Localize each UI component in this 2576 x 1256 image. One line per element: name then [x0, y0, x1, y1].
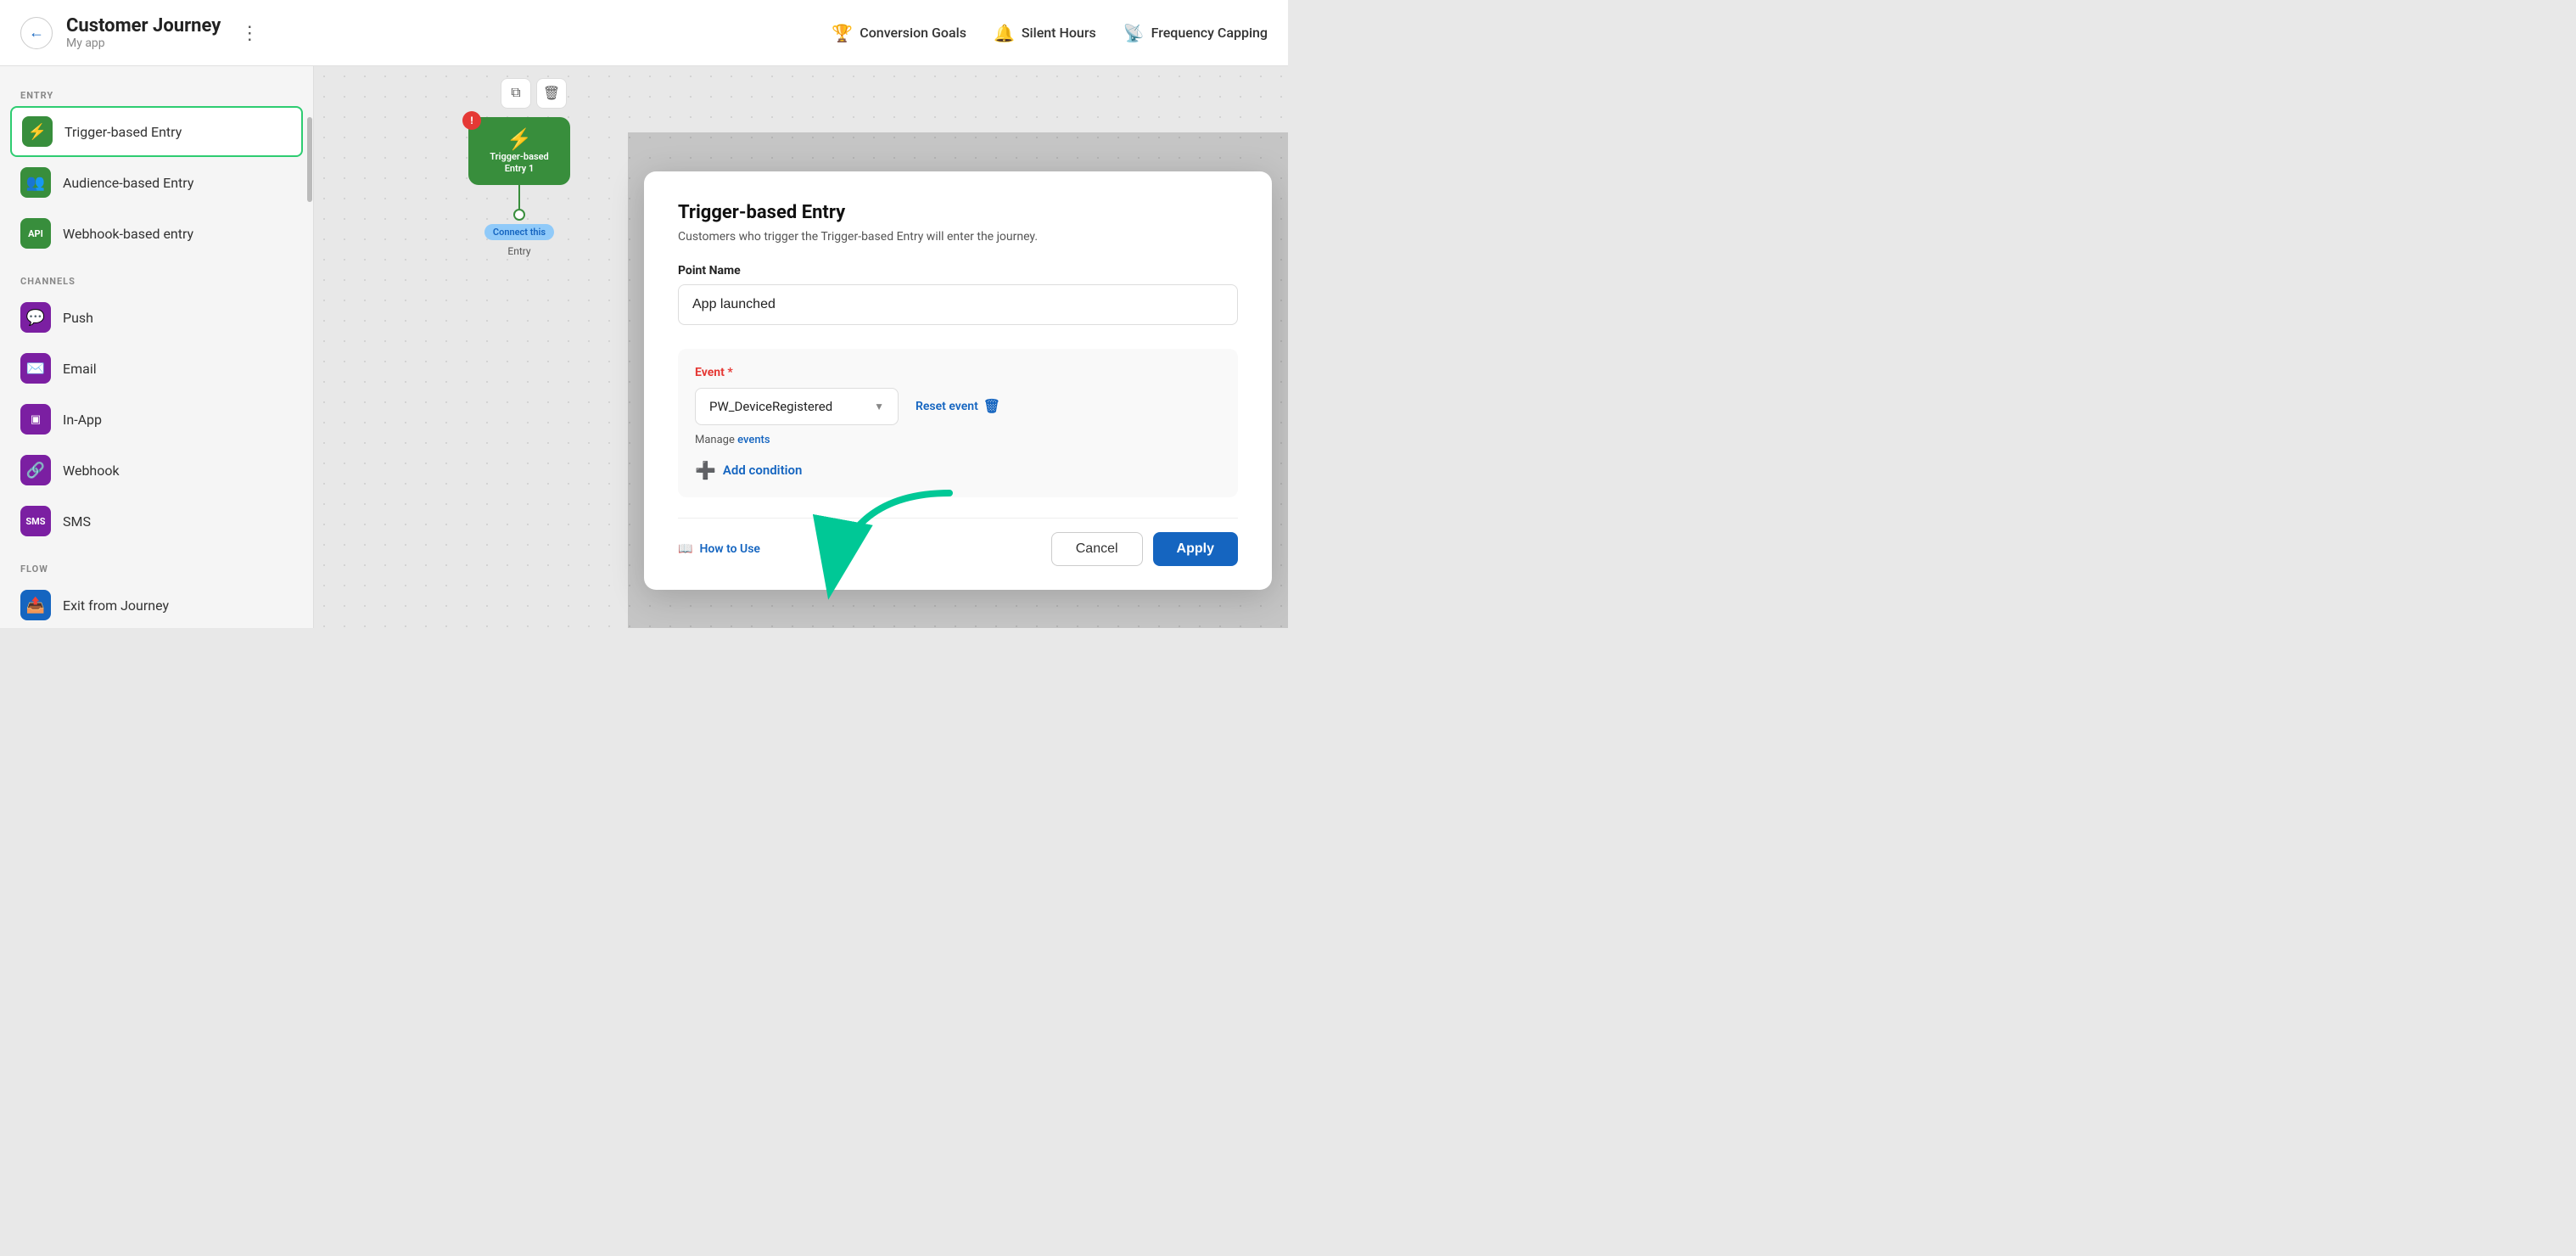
conversion-goals-action[interactable]: 🏆 Conversion Goals: [832, 23, 966, 43]
conversion-goals-label: Conversion Goals: [860, 25, 966, 41]
header-menu-button[interactable]: ⋮: [234, 18, 265, 48]
sidebar-item-webhook-based[interactable]: API Webhook-based entry: [0, 208, 313, 259]
header-left: ← Customer Journey My app ⋮: [20, 15, 265, 50]
exit-label: Exit from Journey: [63, 597, 169, 614]
node-box[interactable]: ! ⚡ Trigger-basedEntry 1: [468, 117, 570, 185]
sidebar-item-trigger-based[interactable]: ⚡ Trigger-based Entry: [10, 106, 303, 157]
trophy-icon: 🏆: [832, 23, 853, 43]
trigger-based-label: Trigger-based Entry: [64, 124, 182, 140]
node-connector: [513, 209, 525, 221]
modal-title: Trigger-based Entry: [678, 202, 1238, 223]
inapp-icon: ▣: [20, 404, 51, 435]
push-label: Push: [63, 310, 93, 326]
cancel-button[interactable]: Cancel: [1051, 532, 1143, 566]
webhook-based-label: Webhook-based entry: [63, 226, 193, 242]
event-section: Event * PW_DeviceRegistered ▼ Reset even…: [678, 349, 1238, 497]
event-dropdown[interactable]: PW_DeviceRegistered ▼: [695, 388, 899, 425]
canvas: ⧉ 🗑 ! ⚡ Trigger-basedEntry 1 Connect thi…: [314, 66, 1288, 628]
connect-this-badge[interactable]: Connect this: [484, 224, 554, 240]
sidebar-section-flow: FLOW 📤 Exit from Journey 🕐 Time Delay: [0, 557, 313, 628]
reset-event-button[interactable]: Reset event 🗑: [916, 398, 1000, 414]
trash-icon: 🗑: [983, 398, 1000, 414]
sidebar-item-exit[interactable]: 📤 Exit from Journey: [0, 580, 313, 628]
events-link[interactable]: events: [737, 434, 770, 446]
silent-hours-action[interactable]: 🔔 Silent Hours: [994, 23, 1096, 43]
channels-section-label: CHANNELS: [0, 269, 313, 292]
flow-section-label: FLOW: [0, 557, 313, 580]
sidebar-item-inapp[interactable]: ▣ In-App: [0, 394, 313, 445]
node-title: Trigger-basedEntry 1: [490, 151, 549, 176]
node-lightning-icon: ⚡: [507, 127, 532, 151]
trigger-icon: ⚡: [22, 116, 53, 147]
audience-based-label: Audience-based Entry: [63, 175, 193, 191]
sidebar-item-audience-based[interactable]: 👥 Audience-based Entry: [0, 157, 313, 208]
add-condition-label: Add condition: [723, 463, 802, 478]
modal-overlay: Trigger-based Entry Customers who trigge…: [628, 132, 1288, 628]
canvas-toolbar: ⧉ 🗑: [501, 78, 567, 109]
frequency-capping-label: Frequency Capping: [1151, 25, 1268, 41]
email-icon: ✉️: [20, 353, 51, 384]
sidebar: ENTRY ⚡ Trigger-based Entry 👥 Audience-b…: [0, 66, 314, 628]
event-label: Event *: [695, 366, 1221, 379]
point-name-input[interactable]: [678, 284, 1238, 325]
header-subtitle: My app: [66, 36, 221, 50]
modal-footer-buttons: Cancel Apply: [1051, 532, 1238, 566]
node-error-marker: !: [462, 111, 481, 130]
trigger-entry-modal: Trigger-based Entry Customers who trigge…: [644, 171, 1272, 590]
reset-event-label: Reset event: [916, 400, 978, 413]
sidebar-item-push[interactable]: 💬 Push: [0, 292, 313, 343]
event-dropdown-row: PW_DeviceRegistered ▼ Reset event 🗑: [695, 388, 1221, 425]
sidebar-section-entry: ENTRY ⚡ Trigger-based Entry 👥 Audience-b…: [0, 83, 313, 259]
delete-node-button[interactable]: 🗑: [536, 78, 567, 109]
book-icon: 📖: [678, 542, 692, 556]
how-to-use-label: How to Use: [699, 542, 760, 556]
trigger-node[interactable]: ! ⚡ Trigger-basedEntry 1 Connect this En…: [468, 117, 570, 257]
frequency-capping-action[interactable]: 📡 Frequency Capping: [1123, 23, 1268, 43]
modal-footer: 📖 How to Use Cancel Apply: [678, 518, 1238, 566]
add-condition-button[interactable]: ➕ Add condition: [695, 460, 1221, 480]
header: ← Customer Journey My app ⋮ 🏆 Conversion…: [0, 0, 1288, 66]
sidebar-item-sms[interactable]: SMS SMS: [0, 496, 313, 547]
back-button[interactable]: ←: [20, 17, 53, 49]
header-title: Customer Journey: [66, 15, 221, 36]
push-icon: 💬: [20, 302, 51, 333]
bell-icon: 🔔: [994, 23, 1015, 43]
audience-icon: 👥: [20, 167, 51, 198]
dropdown-arrow-icon: ▼: [874, 401, 884, 412]
modal-description: Customers who trigger the Trigger-based …: [678, 230, 1238, 244]
webhook-label: Webhook: [63, 463, 120, 479]
silent-hours-label: Silent Hours: [1022, 25, 1096, 41]
webhook-icon: 🔗: [20, 455, 51, 485]
exit-icon: 📤: [20, 590, 51, 620]
manage-events-text: Manage events: [695, 434, 1221, 446]
copy-node-button[interactable]: ⧉: [501, 78, 531, 109]
api-icon: API: [20, 218, 51, 249]
how-to-use-button[interactable]: 📖 How to Use: [678, 542, 760, 556]
satellite-icon: 📡: [1123, 23, 1145, 43]
plus-circle-icon: ➕: [695, 460, 716, 480]
sidebar-section-channels: CHANNELS 💬 Push ✉️ Email ▣ In-App 🔗 Webh…: [0, 269, 313, 547]
sms-label: SMS: [63, 513, 91, 530]
header-title-block: Customer Journey My app: [66, 15, 221, 50]
sidebar-item-email[interactable]: ✉️ Email: [0, 343, 313, 394]
entry-section-label: ENTRY: [0, 83, 313, 106]
header-right: 🏆 Conversion Goals 🔔 Silent Hours 📡 Freq…: [832, 23, 1268, 43]
apply-button[interactable]: Apply: [1153, 532, 1238, 566]
email-label: Email: [63, 361, 97, 377]
point-name-label: Point Name: [678, 264, 1238, 278]
sms-icon: SMS: [20, 506, 51, 536]
sidebar-item-webhook[interactable]: 🔗 Webhook: [0, 445, 313, 496]
inapp-label: In-App: [63, 412, 102, 428]
node-label: Entry: [507, 245, 530, 257]
event-selected-value: PW_DeviceRegistered: [709, 399, 832, 414]
